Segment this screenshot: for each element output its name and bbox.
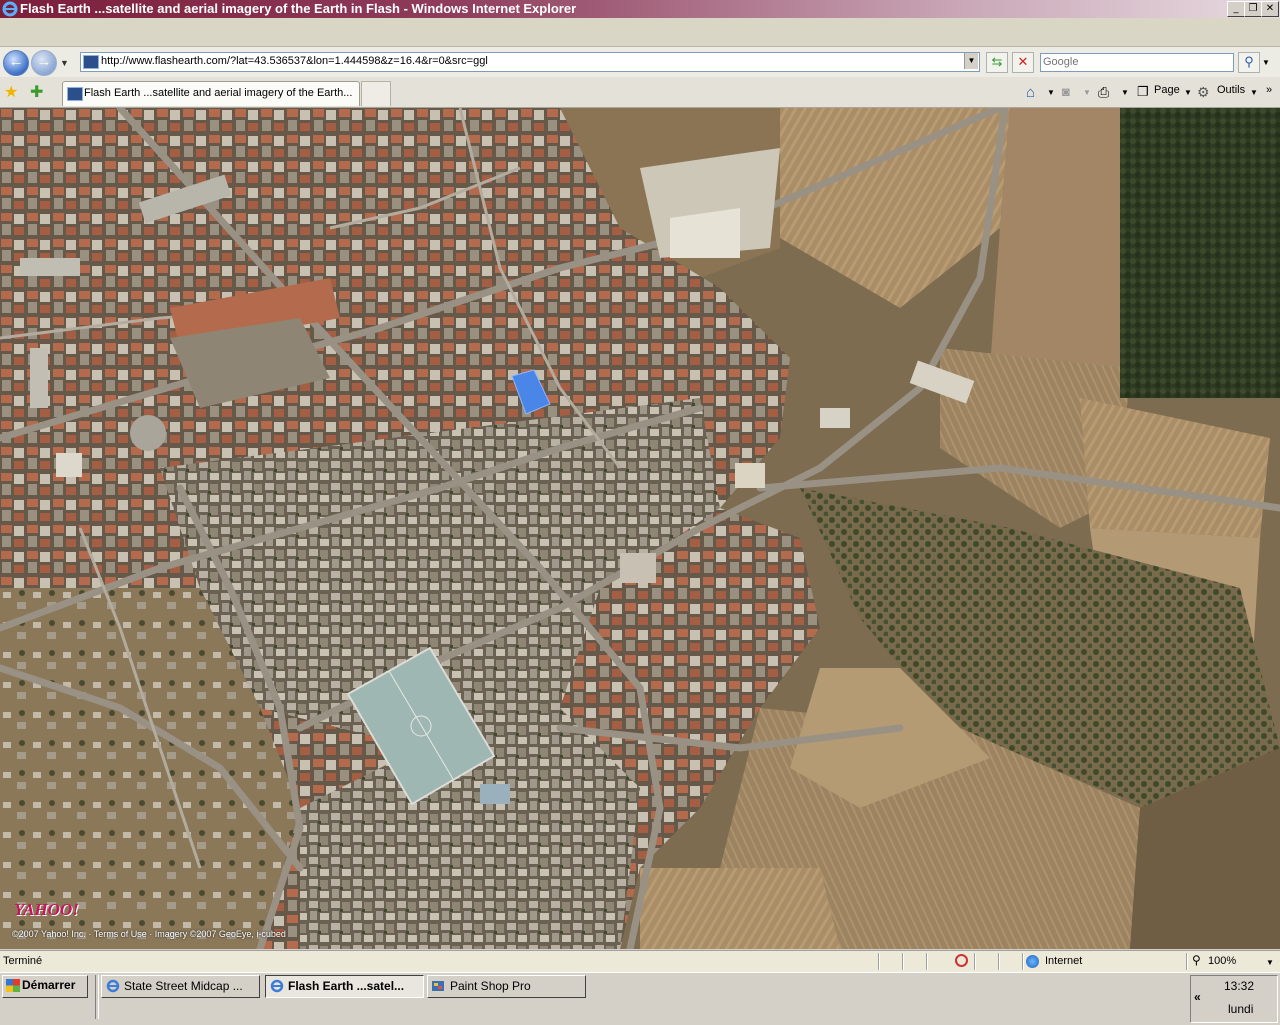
address-dropdown-icon[interactable]: ▼ bbox=[964, 53, 978, 69]
status-separator bbox=[1022, 953, 1024, 970]
back-arrow-icon: ← bbox=[8, 53, 24, 70]
ie-logo-icon bbox=[2, 1, 18, 17]
tools-dropdown-icon[interactable]: ▼ bbox=[1250, 88, 1258, 97]
taskbar-item-label: State Street Midcap ... bbox=[124, 979, 243, 993]
start-label: Démarrer bbox=[22, 978, 76, 992]
forward-arrow-icon: → bbox=[36, 53, 52, 70]
status-separator bbox=[878, 953, 880, 970]
status-text: Terminé bbox=[3, 955, 43, 967]
page-icon: ❐ bbox=[1137, 84, 1149, 99]
tools-menu[interactable]: Outils bbox=[1217, 84, 1245, 96]
search-input[interactable] bbox=[1043, 54, 1228, 69]
status-separator bbox=[998, 953, 1000, 970]
feeds-icon[interactable]: ◙ bbox=[1062, 84, 1070, 99]
ie-window-icon bbox=[270, 979, 284, 993]
status-separator bbox=[902, 953, 904, 970]
windows-logo-icon bbox=[6, 979, 20, 992]
home-dropdown-icon[interactable]: ▼ bbox=[1047, 88, 1055, 97]
taskbar-item-label: Paint Shop Pro bbox=[450, 979, 531, 993]
close-button[interactable]: ✕ bbox=[1261, 1, 1279, 17]
search-options-icon[interactable]: ▼ bbox=[1262, 58, 1270, 67]
zoom-icon: ⚲ bbox=[1192, 953, 1201, 967]
tab-label: Flash Earth ...satellite and aerial imag… bbox=[84, 87, 353, 99]
imagery-copyright[interactable]: ©2007 Yahoo! Inc. · Terms of Use · Image… bbox=[12, 929, 286, 939]
forward-button[interactable]: → bbox=[31, 50, 57, 76]
restore-button[interactable]: ❐ bbox=[1244, 1, 1262, 17]
clock-day: lundi bbox=[1228, 1002, 1254, 1016]
internet-zone-icon bbox=[1026, 955, 1039, 968]
more-commands-icon[interactable]: » bbox=[1266, 84, 1272, 96]
status-separator bbox=[974, 953, 976, 970]
clock-time[interactable]: 13:32 bbox=[1224, 979, 1254, 993]
page-menu[interactable]: Page bbox=[1154, 84, 1180, 96]
paint-shop-pro-icon bbox=[432, 981, 444, 991]
status-bar bbox=[0, 950, 1280, 973]
stop-icon: ✕ bbox=[1017, 54, 1029, 69]
back-button[interactable]: ← bbox=[3, 50, 29, 76]
print-icon[interactable]: ⎙ bbox=[1098, 84, 1109, 101]
status-separator bbox=[1186, 953, 1188, 970]
tab-favicon-icon bbox=[67, 87, 83, 101]
popup-blocked-icon[interactable] bbox=[955, 954, 968, 967]
search-icon: ⚲ bbox=[1244, 54, 1254, 69]
ie-window-icon bbox=[106, 979, 120, 993]
refresh-button[interactable]: ⇆ bbox=[986, 52, 1008, 73]
site-favicon-icon bbox=[83, 55, 99, 69]
feeds-dropdown-icon[interactable]: ▼ bbox=[1083, 88, 1091, 97]
satellite-imagery[interactable] bbox=[0, 108, 1280, 949]
status-separator bbox=[926, 953, 928, 970]
home-icon[interactable]: ⌂ bbox=[1026, 84, 1035, 101]
search-button[interactable]: ⚲ bbox=[1238, 52, 1260, 73]
refresh-icon: ⇆ bbox=[991, 54, 1003, 69]
taskbar-item-label: Flash Earth ...satel... bbox=[288, 979, 405, 993]
taskbar-grip bbox=[95, 975, 99, 1019]
new-tab-button[interactable] bbox=[361, 81, 391, 106]
zoom-level[interactable]: 100% bbox=[1208, 955, 1236, 967]
show-hidden-icons-icon[interactable]: « bbox=[1194, 990, 1201, 1004]
zoom-dropdown-icon[interactable]: ▼ bbox=[1266, 958, 1274, 967]
stop-button[interactable]: ✕ bbox=[1012, 52, 1034, 73]
security-zone[interactable]: Internet bbox=[1045, 955, 1082, 967]
add-favorite-icon[interactable]: ✚ bbox=[30, 82, 43, 102]
favorites-star-icon[interactable]: ★ bbox=[4, 82, 18, 102]
satellite-map[interactable] bbox=[0, 108, 1280, 949]
tools-gear-icon: ⚙ bbox=[1197, 84, 1210, 100]
address-input[interactable] bbox=[101, 53, 961, 69]
page-dropdown-icon[interactable]: ▼ bbox=[1184, 88, 1192, 97]
window-title: Flash Earth ...satellite and aerial imag… bbox=[20, 1, 577, 16]
recent-pages-dropdown[interactable]: ▼ bbox=[60, 58, 69, 68]
print-dropdown-icon[interactable]: ▼ bbox=[1121, 88, 1129, 97]
yahoo-logo: YAHOO! bbox=[14, 900, 79, 919]
minimize-button[interactable]: _ bbox=[1227, 1, 1245, 17]
menu-band bbox=[0, 18, 1280, 47]
